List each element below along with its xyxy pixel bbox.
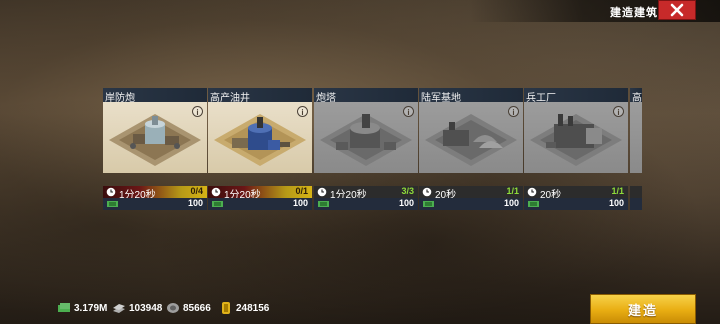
cash-icon: [318, 201, 329, 207]
card-header: 炮塔: [314, 88, 418, 104]
page-title: 建造建筑: [610, 7, 658, 19]
build-button[interactable]: 建造: [590, 294, 696, 324]
build-cost: 100: [608, 198, 624, 208]
cash-icon: [423, 201, 434, 207]
build-count: 1/1: [506, 186, 519, 196]
resource-cash: 3.179M: [57, 300, 107, 316]
building-image: i: [524, 102, 628, 173]
cost-bar: 100: [314, 198, 418, 210]
build-count: 0/1: [295, 186, 308, 196]
building-card-partial[interactable]: 高: [630, 88, 642, 212]
card-header: 高产油井: [208, 88, 312, 104]
building-card-coastal-gun[interactable]: 岸防炮 i 1分20秒 0/4 100: [103, 88, 207, 212]
info-icon[interactable]: i: [508, 106, 519, 117]
info-icon[interactable]: i: [403, 106, 414, 117]
oil-amount: 85666: [183, 302, 211, 314]
clock-icon: [422, 187, 432, 197]
steel-icon: [113, 304, 125, 313]
cash-icon: [212, 201, 223, 207]
clock-icon: [527, 187, 537, 197]
cost-bar: 100: [208, 198, 312, 210]
building-card-army-base[interactable]: 陆军基地 i 20秒 1/1 100: [419, 88, 523, 212]
info-icon[interactable]: i: [297, 106, 308, 117]
resource-gold: 248156: [219, 300, 269, 316]
clock-icon: [106, 187, 116, 197]
resource-oil: 85666: [166, 300, 211, 316]
cash-amount: 3.179M: [74, 302, 108, 314]
info-icon[interactable]: i: [613, 106, 624, 117]
card-header: 陆军基地: [419, 88, 523, 104]
building-card-turret[interactable]: 炮塔 i 1分20秒 3/3 100: [314, 88, 418, 212]
close-icon: [670, 3, 684, 17]
card-header: 岸防炮: [103, 88, 207, 104]
building-image: i: [208, 102, 312, 173]
clock-icon: [211, 187, 221, 197]
build-cost: 100: [187, 198, 203, 208]
close-button[interactable]: [658, 0, 696, 20]
build-button-label: 建造: [627, 302, 658, 318]
build-count: 3/3: [401, 186, 414, 196]
cost-bar: 100: [103, 198, 207, 210]
card-header: 高: [630, 88, 642, 104]
gold-amount: 248156: [236, 302, 270, 314]
steel-amount: 103948: [129, 302, 163, 314]
building-image: i: [419, 102, 523, 173]
build-time-bar: 20秒 1/1: [524, 186, 628, 201]
build-time-bar: 1分20秒 0/1: [208, 186, 312, 201]
cost-bar: 100: [419, 198, 523, 210]
building-image: [630, 102, 642, 173]
resource-steel: 103948: [112, 300, 162, 316]
cash-icon: [528, 201, 539, 207]
build-time-bar: 20秒 1/1: [419, 186, 523, 201]
cash-icon: [107, 201, 118, 207]
build-cost: 100: [503, 198, 519, 208]
build-count: 1/1: [611, 186, 624, 196]
build-time-bar: 1分20秒 3/3: [314, 186, 418, 201]
building-card-oil-well[interactable]: 高产油井 i 1分20秒 0/1 100: [208, 88, 312, 212]
building-image: i: [314, 102, 418, 173]
card-header: 兵工厂: [524, 88, 628, 104]
gold-icon: [222, 302, 230, 314]
build-time-bar: 1分20秒 0/4: [103, 186, 207, 201]
building-card-arsenal[interactable]: 兵工厂 i 20秒 1/1 100: [524, 88, 628, 212]
build-cost: 100: [292, 198, 308, 208]
cash-stack-icon: [58, 303, 70, 312]
oil-barrel-icon: [167, 303, 179, 313]
info-icon[interactable]: i: [192, 106, 203, 117]
build-time-bar: [630, 186, 642, 198]
build-cost: 100: [398, 198, 414, 208]
cost-bar: [630, 198, 642, 210]
clock-icon: [317, 187, 327, 197]
build-count: 0/4: [190, 186, 203, 196]
building-image: i: [103, 102, 207, 173]
cost-bar: 100: [524, 198, 628, 210]
